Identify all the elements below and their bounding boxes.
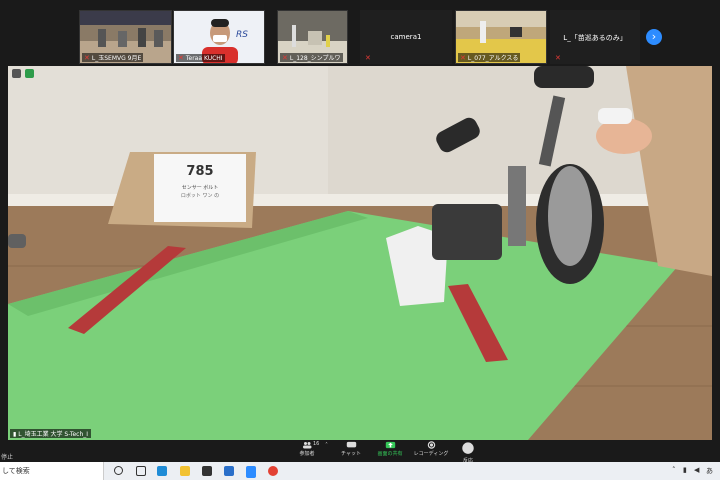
- participant-tile-4[interactable]: camera1 ✕: [360, 10, 452, 64]
- network-icon[interactable]: ▮: [683, 466, 687, 474]
- sign-text-2: ロボット ワン の: [180, 193, 220, 199]
- signal-icon: ▮: [13, 431, 17, 438]
- edge-icon[interactable]: [157, 466, 167, 476]
- sign-number: 785: [186, 164, 214, 179]
- record-button[interactable]: レコーディング: [412, 441, 450, 457]
- mail-icon[interactable]: [224, 466, 234, 476]
- mic-muted-icon: ✕: [282, 54, 288, 62]
- stop-video-label[interactable]: 停止: [1, 452, 13, 461]
- volume-icon[interactable]: ◀: [694, 466, 699, 474]
- meeting-controls: 停止 参加者 16 ˄ チャット 画面の共有 レコーディング 反応: [0, 440, 720, 464]
- participant-label-3: ✕ L_128_シンプルワ: [280, 53, 343, 62]
- chevron-right-icon[interactable]: ›: [646, 29, 662, 45]
- participant-label-5: ✕ L_077_アルクスる: [458, 53, 521, 62]
- participant-name-6: L_「苗巡あるのみ」: [563, 34, 627, 42]
- ime-indicator[interactable]: あ: [706, 466, 713, 476]
- participant-tile-6[interactable]: L_「苗巡あるのみ」 ✕: [550, 10, 640, 64]
- chevron-up-tray-icon[interactable]: ˄: [672, 466, 676, 474]
- participant-tile-3[interactable]: ✕ L_128_シンプルワ: [277, 10, 348, 64]
- mic-muted-icon: ✕: [365, 54, 371, 62]
- participant-tile-1[interactable]: ✕ L_玉SEMVG 9月E: [79, 10, 172, 64]
- file-explorer-icon[interactable]: [180, 466, 190, 476]
- reactions-button[interactable]: 反応: [458, 441, 478, 464]
- chevron-up-icon[interactable]: ˄: [325, 442, 328, 449]
- share-screen-icon: [385, 441, 395, 449]
- robot-leg: [432, 204, 502, 260]
- sign-text-1: センサー ボルト: [181, 185, 219, 191]
- zoom-icon[interactable]: [246, 466, 256, 478]
- video-frame: [8, 66, 712, 440]
- participant-tile-2[interactable]: RS ✕ Teraa KUCHI: [173, 10, 265, 64]
- participant-label-4: ✕: [363, 54, 375, 62]
- mic-muted-icon: ✕: [178, 54, 184, 62]
- participant-label-6: ✕: [553, 54, 565, 62]
- windows-taskbar: して検索 ˄ ▮ ◀ あ: [0, 462, 720, 480]
- share-screen-button[interactable]: 画面の共有: [372, 441, 408, 457]
- participant-label-2: ✕ Teraa KUCHI: [176, 54, 225, 62]
- chat-icon: [346, 441, 356, 448]
- emoji-icon: [462, 442, 474, 454]
- active-speaker-video: 785 センサー ボルト ロボット ワン の ▮ L_埼玉工業 大学 S-Tec…: [8, 66, 712, 440]
- record-icon: [427, 441, 435, 449]
- shield-icon[interactable]: [25, 69, 34, 78]
- mic-muted-icon: ✕: [555, 54, 561, 62]
- speaker-name-label: ▮ L_埼玉工業 大学 S-Tech_I: [10, 429, 92, 438]
- cortana-icon[interactable]: [114, 466, 123, 475]
- participant-label-1: ✕ L_玉SEMVG 9月E: [82, 53, 144, 62]
- participant-name-4: camera1: [390, 33, 422, 41]
- video-settings-icon[interactable]: [12, 69, 21, 78]
- mic-muted-icon: ✕: [460, 54, 466, 62]
- logo-watermark: RS: [236, 30, 248, 40]
- people-icon: [302, 442, 311, 449]
- chat-button[interactable]: チャット: [339, 441, 363, 457]
- chrome-icon[interactable]: [268, 466, 278, 476]
- participant-tile-5[interactable]: ✕ L_077_アルクスる: [455, 10, 547, 64]
- mic-muted-icon: ✕: [84, 54, 90, 62]
- task-view-icon[interactable]: [136, 466, 146, 476]
- gallery-strip: ✕ L_玉SEMVG 9月E RS ✕ Teraa KUCHI ✕ L_128_シンプ…: [0, 0, 720, 64]
- taskbar-search-box[interactable]: して検索: [0, 462, 104, 480]
- store-icon[interactable]: [202, 466, 212, 476]
- participants-count: 16: [313, 441, 320, 447]
